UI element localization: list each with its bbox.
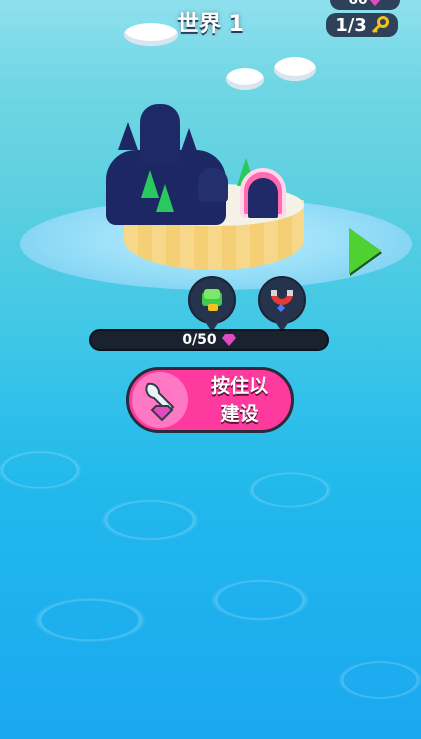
water-caustics	[0, 430, 421, 739]
cloud	[226, 68, 264, 90]
key-icon	[371, 16, 389, 34]
castle-spire	[180, 128, 198, 154]
portal-doorway	[248, 178, 278, 218]
pine-tree	[156, 184, 174, 212]
cash-pile-icon	[202, 289, 222, 311]
gem-icon	[369, 0, 380, 6]
keys-count: 1/3	[335, 14, 367, 36]
reward-pin-magnet	[258, 276, 306, 332]
gems-counter: 60	[330, 0, 400, 10]
cloud	[274, 57, 316, 81]
game-screen: 世界 1 60 1/3 0/50 按住以 建设	[0, 0, 421, 739]
next-world-arrow-icon[interactable]	[349, 228, 381, 274]
build-button-label: 按住以 建设	[188, 372, 291, 428]
castle-dome	[198, 168, 228, 202]
reward-pin-cash	[188, 276, 236, 332]
cloud	[124, 23, 178, 46]
wrench-gem-icon	[145, 382, 175, 422]
keys-counter: 1/3	[326, 13, 398, 37]
castle-tower	[140, 104, 180, 164]
build-icon	[132, 372, 188, 428]
magnet-icon	[271, 290, 293, 312]
gem-icon	[221, 334, 236, 346]
castle-spire	[118, 122, 138, 150]
hold-to-build-button[interactable]: 按住以 建设	[126, 367, 294, 433]
build-label-line2: 建设	[220, 403, 259, 425]
build-progress-text: 0/50	[182, 332, 217, 348]
gems-count: 60	[348, 0, 368, 8]
build-label-line1: 按住以	[210, 375, 268, 397]
build-progress-bar: 0/50	[89, 329, 329, 351]
